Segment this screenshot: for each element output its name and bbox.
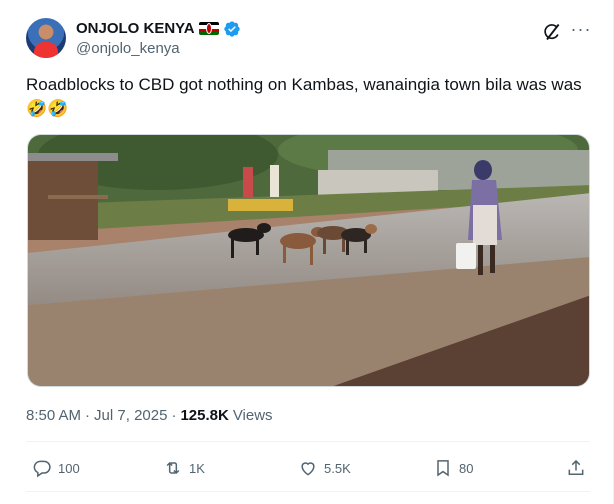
views-count: 125.8K xyxy=(180,407,229,424)
tweet-article[interactable]: ONJOLO KENYA @onjolo_kenya ··· Roadblock… xyxy=(0,0,614,504)
grok-icon[interactable] xyxy=(542,22,562,42)
reply-icon xyxy=(33,460,51,478)
share-icon xyxy=(568,459,584,475)
views-label: Views xyxy=(232,407,273,424)
photo-image xyxy=(28,135,589,386)
retweet-button[interactable]: 1K xyxy=(163,453,205,483)
verified-badge-icon xyxy=(223,20,240,37)
reply-count: 100 xyxy=(58,460,80,476)
tweet-actions: 100 1K 5.5K 80 xyxy=(26,453,590,483)
meta-separator: · xyxy=(85,407,91,424)
reply-button[interactable]: 100 xyxy=(32,453,80,483)
bookmark-icon xyxy=(437,460,449,477)
like-button[interactable]: 5.5K xyxy=(298,453,351,483)
meta-separator: · xyxy=(171,407,177,424)
tweet-header: ONJOLO KENYA @onjolo_kenya ··· xyxy=(26,16,596,60)
author-handle[interactable]: @onjolo_kenya xyxy=(76,40,241,57)
tweet-meta: 8:50 AM · Jul 7, 2025 · 125.8K Views xyxy=(26,407,273,424)
avatar[interactable] xyxy=(26,18,66,58)
kenya-flag-icon xyxy=(198,22,219,35)
retweet-count: 1K xyxy=(189,460,205,476)
author-names: ONJOLO KENYA @onjolo_kenya xyxy=(76,19,241,57)
divider xyxy=(26,441,590,442)
tweet-time[interactable]: 8:50 AM xyxy=(26,407,81,424)
retweet-icon xyxy=(166,461,180,475)
more-horizontal-icon[interactable]: ··· xyxy=(570,20,592,42)
bookmark-count: 80 xyxy=(459,460,474,476)
tweet-date[interactable]: Jul 7, 2025 xyxy=(94,407,167,424)
divider xyxy=(26,491,590,492)
display-name[interactable]: ONJOLO KENYA xyxy=(76,20,195,37)
tweet-text: Roadblocks to CBD got nothing on Kambas,… xyxy=(26,75,582,118)
heart-icon xyxy=(301,462,315,476)
bookmark-button[interactable]: 80 xyxy=(433,453,473,483)
share-button[interactable] xyxy=(566,453,586,483)
like-count: 5.5K xyxy=(324,460,351,476)
tweet-photo[interactable] xyxy=(27,134,590,387)
